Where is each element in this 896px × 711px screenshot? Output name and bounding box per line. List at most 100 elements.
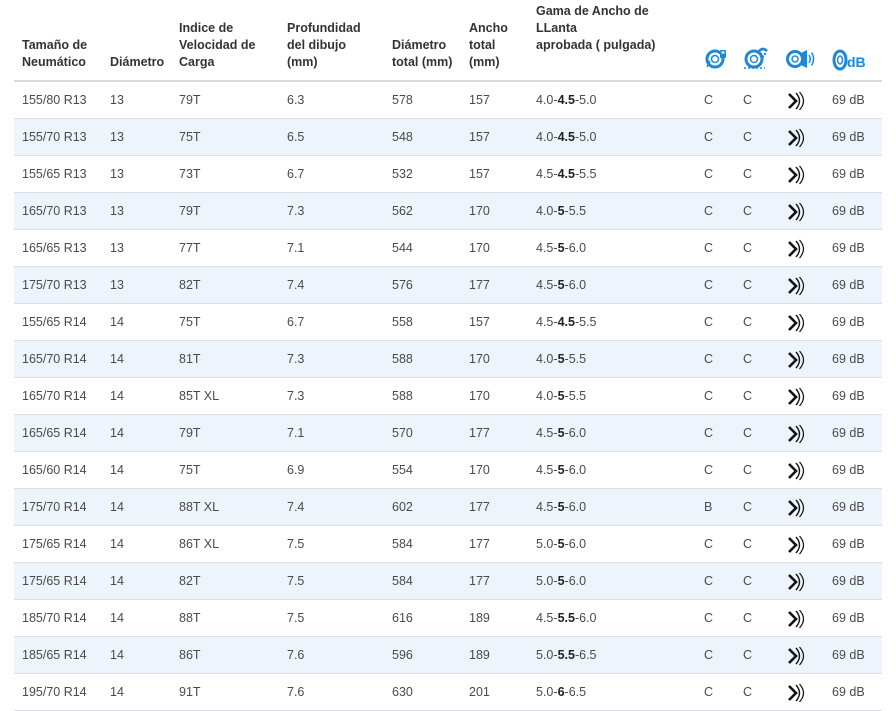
header-load-speed-line-1: Indice de xyxy=(179,21,234,35)
header-fuel xyxy=(696,0,735,82)
header-row: Tamaño de Neumático Diámetro Indice de V… xyxy=(14,0,882,82)
cell-overall-diameter: 544 xyxy=(384,229,461,267)
table-row: 155/65 R13 13 73T 6.7 532 157 4.5-4.5-5.… xyxy=(14,155,882,193)
noise-waves-icon xyxy=(788,128,805,147)
cell-diameter: 14 xyxy=(102,377,171,415)
cell-diameter: 14 xyxy=(102,562,171,600)
rim-min: 5.0 xyxy=(536,573,554,588)
table-row: 165/65 R14 14 79T 7.1 570 177 4.5-5-6.0 … xyxy=(14,414,882,452)
cell-overall-diameter: 630 xyxy=(384,673,461,711)
cell-load-speed: 75T xyxy=(171,303,279,341)
cell-diameter: 14 xyxy=(102,673,171,711)
rim-min: 4.5 xyxy=(536,425,554,440)
rim-min: 4.0 xyxy=(536,92,554,107)
noise-waves-icon xyxy=(788,683,805,702)
cell-noise-db: 69 dB xyxy=(824,266,882,304)
cell-diameter: 14 xyxy=(102,636,171,674)
cell-overall-diameter: 588 xyxy=(384,340,461,378)
table-row: 155/65 R14 14 75T 6.7 558 157 4.5-4.5-5.… xyxy=(14,303,882,341)
header-overall-width-line-1: Ancho xyxy=(469,21,508,35)
table-row: 185/70 R14 14 88T 7.5 616 189 4.5-5.5-6.… xyxy=(14,599,882,637)
cell-noise-waves xyxy=(778,81,824,119)
cell-rim-range: 4.5-5-6.0 xyxy=(528,414,696,452)
cell-noise-db: 69 dB xyxy=(824,229,882,267)
table-body: 155/80 R13 13 79T 6.3 578 157 4.0-4.5-5.… xyxy=(14,81,882,711)
cell-rim-range: 4.5-5.5-6.0 xyxy=(528,599,696,637)
cell-wet-rating: C xyxy=(735,673,778,711)
cell-rim-range: 5.0-5-6.0 xyxy=(528,525,696,563)
cell-wet-rating: C xyxy=(735,377,778,415)
header-overall-diameter: Diámetro total (mm) xyxy=(384,0,461,82)
table-row: 175/65 R14 14 82T 7.5 584 177 5.0-5-6.0 … xyxy=(14,562,882,600)
rim-max: 5.5 xyxy=(568,351,587,366)
rim-min: 4.0 xyxy=(536,388,554,403)
header-overall-diameter-line-2: total (mm) xyxy=(392,55,453,69)
cell-noise-waves xyxy=(778,562,824,600)
header-size: Tamaño de Neumático xyxy=(14,0,102,82)
cell-overall-width: 170 xyxy=(461,377,528,415)
rim-optimal: 4.5 xyxy=(557,129,575,144)
header-size-line-1: Tamaño de xyxy=(22,38,88,52)
rim-max: 6.0 xyxy=(568,573,587,588)
tire-spec-table-container: Tamaño de Neumático Diámetro Indice de V… xyxy=(14,0,882,711)
cell-fuel-rating: C xyxy=(696,303,735,341)
cell-size: 175/70 R14 xyxy=(14,488,102,526)
noise-waves-icon xyxy=(788,424,805,443)
cell-tread-depth: 7.6 xyxy=(279,636,384,674)
cell-noise-db: 69 dB xyxy=(824,303,882,341)
wet-grip-icon xyxy=(744,47,768,69)
cell-tread-depth: 7.3 xyxy=(279,377,384,415)
cell-rim-range: 4.0-4.5-5.0 xyxy=(528,118,696,156)
header-tread-depth-line-1: Profundidad xyxy=(287,21,361,35)
external-noise-icon xyxy=(786,50,815,68)
cell-wet-rating: C xyxy=(735,414,778,452)
table-row: 155/80 R13 13 79T 6.3 578 157 4.0-4.5-5.… xyxy=(14,81,882,119)
rim-min: 4.5 xyxy=(536,462,554,477)
cell-tread-depth: 6.3 xyxy=(279,81,384,119)
cell-wet-rating: C xyxy=(735,192,778,230)
cell-load-speed: 86T XL xyxy=(171,525,279,563)
cell-noise-waves xyxy=(778,192,824,230)
cell-rim-range: 5.0-5-6.0 xyxy=(528,562,696,600)
cell-overall-diameter: 602 xyxy=(384,488,461,526)
header-diameter: Diámetro xyxy=(102,0,171,82)
rim-min: 5.0 xyxy=(536,647,554,662)
cell-tread-depth: 7.5 xyxy=(279,562,384,600)
tire-db-icon xyxy=(832,49,848,71)
cell-fuel-rating: C xyxy=(696,599,735,637)
noise-waves-icon xyxy=(788,239,805,258)
rim-optimal: 5 xyxy=(557,203,565,218)
cell-overall-width: 170 xyxy=(461,192,528,230)
cell-overall-diameter: 558 xyxy=(384,303,461,341)
header-tread-depth-line-2: del dibujo (mm) xyxy=(287,38,347,69)
cell-noise-waves xyxy=(778,451,824,489)
cell-noise-waves xyxy=(778,599,824,637)
rim-optimal: 5 xyxy=(557,536,565,551)
header-noise xyxy=(778,0,824,82)
rim-max: 5.5 xyxy=(579,314,597,329)
cell-noise-db: 69 dB xyxy=(824,340,882,378)
cell-load-speed: 73T xyxy=(171,155,279,193)
noise-waves-icon xyxy=(788,646,805,665)
cell-noise-waves xyxy=(778,229,824,267)
cell-diameter: 14 xyxy=(102,525,171,563)
cell-noise-waves xyxy=(778,525,824,563)
cell-overall-width: 189 xyxy=(461,599,528,637)
noise-waves-icon xyxy=(788,202,805,221)
cell-overall-width: 157 xyxy=(461,118,528,156)
cell-rim-range: 4.5-5-6.0 xyxy=(528,488,696,526)
cell-rim-range: 5.0-6-6.5 xyxy=(528,673,696,711)
cell-fuel-rating: C xyxy=(696,340,735,378)
cell-tread-depth: 7.3 xyxy=(279,192,384,230)
cell-noise-db: 69 dB xyxy=(824,488,882,526)
cell-diameter: 14 xyxy=(102,414,171,452)
cell-overall-width: 170 xyxy=(461,340,528,378)
cell-overall-diameter: 616 xyxy=(384,599,461,637)
rim-max: 5.0 xyxy=(579,129,597,144)
cell-noise-db: 69 dB xyxy=(824,451,882,489)
cell-load-speed: 79T xyxy=(171,414,279,452)
tire-spec-table: Tamaño de Neumático Diámetro Indice de V… xyxy=(14,0,882,711)
cell-noise-db: 69 dB xyxy=(824,562,882,600)
cell-overall-width: 157 xyxy=(461,81,528,119)
cell-wet-rating: C xyxy=(735,81,778,119)
